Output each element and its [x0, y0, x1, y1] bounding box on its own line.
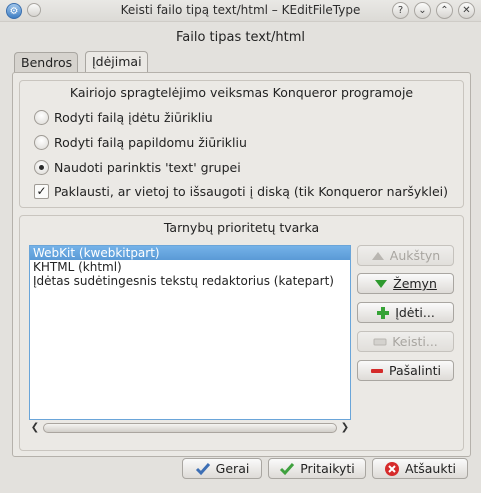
edit-icon: [373, 335, 387, 349]
apply-button[interactable]: Pritaikyti: [268, 458, 366, 479]
maximize-button[interactable]: ⌃: [436, 2, 453, 19]
radio-group-settings[interactable]: [34, 159, 49, 175]
ask-save-label: Paklausti, ar vietoj to išsaugoti į disk…: [54, 183, 449, 199]
radio-selected-dot: [39, 164, 44, 170]
cancel-button[interactable]: Atšaukti: [372, 458, 468, 479]
option-group-settings-label: Naudoti parinktis 'text' grupei: [54, 159, 241, 175]
minus-icon: [370, 364, 384, 378]
remove-button[interactable]: Pašalinti: [357, 360, 454, 381]
services-title: Tarnybų prioritetų tvarka: [163, 220, 320, 235]
tab-embedding-label: Įdėjimai: [92, 54, 142, 69]
option-separate-viewer[interactable]: Rodyti failą papildomu žiūrikliu: [34, 133, 247, 151]
option-embedded-viewer-label: Rodyti failą įdėtu žiūrikliu: [54, 109, 213, 125]
cancel-icon: [384, 461, 400, 477]
edit-label: Keisti...: [392, 334, 438, 349]
list-item[interactable]: WebKit (kwebkitpart): [30, 246, 350, 260]
remove-label: Pašalinti: [388, 363, 442, 378]
close-button[interactable]: ✕: [458, 2, 475, 19]
list-item[interactable]: Įdėtas sudėtingesnis tekstų redaktorius …: [30, 274, 350, 288]
move-down-button[interactable]: Žemyn: [357, 273, 454, 294]
option-embedded-viewer[interactable]: Rodyti failą įdėtu žiūrikliu: [34, 108, 213, 126]
ask-save-option[interactable]: ✓ Paklausti, ar vietoj to išsaugoti į di…: [34, 182, 448, 200]
list-item[interactable]: KHTML (khtml): [30, 260, 350, 274]
move-up-button[interactable]: Aukštyn: [357, 245, 454, 266]
minimize-button[interactable]: ⌄: [414, 2, 431, 19]
arrow-up-icon: [371, 249, 385, 263]
edit-button[interactable]: Keisti...: [357, 331, 454, 352]
click-action-group: Kairiojo spragtelėjimo veiksmas Konquero…: [19, 80, 464, 208]
services-list[interactable]: WebKit (kwebkitpart) KHTML (khtml) Įdėta…: [29, 245, 351, 420]
embedding-panel: Kairiojo spragtelėjimo veiksmas Konquero…: [12, 72, 471, 457]
click-action-title: Kairiojo spragtelėjimo veiksmas Konquero…: [69, 85, 414, 100]
ok-check-icon: [195, 462, 211, 476]
title-bar: ⚙ Keisti failo tipą text/html – KEditFil…: [0, 0, 481, 22]
plus-icon: [376, 306, 390, 320]
arrow-down-icon: [374, 277, 388, 291]
horizontal-scrollbar[interactable]: ❮ ❯: [29, 421, 351, 435]
move-down-label: Žemyn: [393, 276, 437, 291]
radio-embedded-viewer[interactable]: [34, 109, 49, 125]
scrollbar-thumb[interactable]: [43, 423, 337, 433]
tab-general-label: Bendros: [21, 55, 73, 70]
scroll-right-icon[interactable]: ❯: [339, 421, 351, 435]
move-up-label: Aukštyn: [389, 248, 441, 263]
radio-separate-viewer[interactable]: [34, 134, 49, 150]
option-separate-viewer-label: Rodyti failą papildomu žiūrikliu: [54, 134, 247, 150]
tab-general[interactable]: Bendros: [14, 52, 78, 73]
tab-embedding[interactable]: Įdėjimai: [85, 51, 148, 74]
add-button[interactable]: Įdėti...: [357, 302, 454, 323]
ok-button[interactable]: Gerai: [182, 458, 262, 479]
help-button[interactable]: ?: [392, 2, 409, 19]
scroll-left-icon[interactable]: ❮: [29, 421, 41, 435]
ask-save-checkbox[interactable]: ✓: [34, 183, 49, 199]
apply-check-icon: [279, 462, 295, 476]
add-label: Įdėti...: [395, 305, 435, 320]
cancel-label: Atšaukti: [405, 461, 456, 476]
file-type-heading: Failo tipas text/html: [175, 30, 306, 45]
option-group-settings[interactable]: Naudoti parinktis 'text' grupei: [34, 158, 241, 176]
apply-label: Pritaikyti: [300, 461, 355, 476]
ok-label: Gerai: [215, 461, 250, 476]
